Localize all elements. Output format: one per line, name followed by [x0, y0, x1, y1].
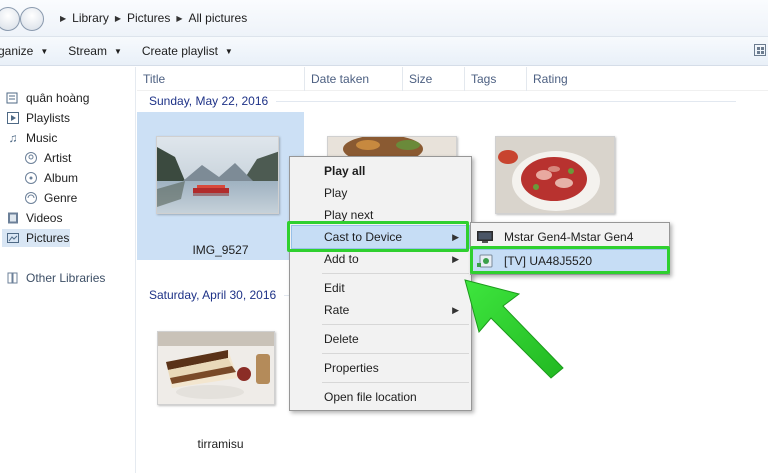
- menu-item-play-next[interactable]: Play next: [292, 204, 469, 226]
- photo-thumbnail: [495, 136, 615, 214]
- menu-item-play-all[interactable]: Play all: [292, 160, 469, 182]
- sidebar-item-pictures[interactable]: Pictures: [2, 229, 70, 247]
- caret-down-icon: ▼: [113, 46, 122, 56]
- sidebar-item-label: quân hoàng: [26, 91, 90, 105]
- sidebar-item-label: Genre: [44, 191, 78, 205]
- breadcrumb-all-pictures[interactable]: All pictures: [189, 11, 248, 25]
- group-date-label: Saturday, April 30, 2016: [149, 288, 277, 302]
- menu-item-rate[interactable]: Rate ▶: [292, 299, 469, 321]
- breadcrumb: ▶ Library ▶ Pictures ▶ All pictures: [60, 11, 247, 25]
- organize-label: rganize: [0, 44, 34, 58]
- playlist-icon: [6, 111, 20, 125]
- menu-item-label: Rate: [324, 303, 350, 317]
- user-library-icon: [6, 91, 20, 105]
- photo-thumbnail: [157, 331, 275, 405]
- sidebar-item-label: Album: [44, 171, 79, 185]
- photo-tile-img-9527[interactable]: IMG_9527: [137, 112, 304, 260]
- toolbar: rganize ▼ Stream ▼ Create playlist ▼: [0, 37, 768, 66]
- sidebar-item-videos[interactable]: Videos: [6, 209, 62, 227]
- cast-device-tv[interactable]: [TV] UA48J5520: [472, 249, 668, 273]
- stream-menu-button[interactable]: Stream ▼: [58, 37, 132, 66]
- sidebar-item-music[interactable]: ♫ Music: [6, 129, 58, 147]
- organize-menu-button[interactable]: rganize ▼: [0, 37, 58, 66]
- lake-image: [157, 137, 278, 213]
- sidebar-item-label: Other Libraries: [26, 271, 106, 285]
- menu-separator: [322, 382, 469, 383]
- group-date-label: Sunday, May 22, 2016: [149, 94, 269, 108]
- forward-button[interactable]: [20, 7, 44, 31]
- menu-item-properties[interactable]: Properties: [292, 357, 469, 379]
- monitor-icon: [476, 230, 494, 244]
- video-icon: [6, 211, 20, 225]
- sidebar-item-artist[interactable]: Artist: [24, 149, 71, 167]
- sidebar-item-album[interactable]: Album: [24, 169, 78, 187]
- back-button[interactable]: [0, 7, 20, 31]
- menu-item-play[interactable]: Play: [292, 182, 469, 204]
- create-playlist-button[interactable]: Create playlist ▼: [132, 37, 243, 66]
- sidebar-item-label: Playlists: [26, 111, 71, 125]
- caret-down-icon: ▼: [40, 46, 49, 56]
- submenu-arrow-icon: ▶: [452, 231, 459, 242]
- sidebar: quân hoàng Playlists ♫ Music Artist Albu…: [0, 67, 136, 473]
- submenu-arrow-icon: ▶: [452, 253, 459, 264]
- menu-separator: [322, 353, 469, 354]
- column-rating[interactable]: Rating: [527, 67, 623, 91]
- sidebar-item-label: Music: [26, 131, 58, 145]
- photo-thumbnail: [156, 136, 279, 214]
- column-date-taken[interactable]: Date taken: [305, 67, 403, 91]
- group-divider: [276, 100, 737, 102]
- media-device-icon: [476, 254, 494, 268]
- sidebar-item-playlists[interactable]: Playlists: [6, 109, 70, 127]
- column-size[interactable]: Size: [403, 67, 465, 91]
- menu-item-label: Add to: [324, 252, 359, 266]
- menu-separator: [322, 324, 469, 325]
- chevron-right-icon[interactable]: ▶: [176, 14, 182, 23]
- photo-caption: IMG_9527: [192, 243, 249, 257]
- photo-tile-tirramisu[interactable]: tirramisu: [137, 309, 304, 457]
- music-note-icon: ♫: [8, 131, 18, 145]
- menu-item-edit[interactable]: Edit: [292, 277, 469, 299]
- address-bar: ▶ Library ▶ Pictures ▶ All pictures: [0, 0, 768, 37]
- menu-item-cast-to-device[interactable]: Cast to Device ▶: [291, 225, 470, 249]
- album-icon: [24, 171, 38, 185]
- genre-icon: [24, 191, 38, 205]
- artist-icon: [24, 151, 38, 165]
- breadcrumb-pictures[interactable]: Pictures: [127, 11, 170, 25]
- caret-down-icon: ▼: [224, 46, 233, 56]
- tiramisu-image: [158, 332, 274, 404]
- context-menu: Play all Play Play next Cast to Device ▶…: [289, 156, 472, 411]
- menu-item-label: Cast to Device: [324, 230, 403, 244]
- view-options-icon[interactable]: [754, 44, 766, 56]
- create-playlist-label: Create playlist: [141, 44, 218, 58]
- column-header: Title Date taken Size Tags Rating: [137, 67, 768, 91]
- chevron-right-icon[interactable]: ▶: [115, 14, 121, 23]
- other-libraries-icon: [6, 271, 20, 285]
- device-label: Mstar Gen4-Mstar Gen4: [504, 230, 634, 244]
- chevron-right-icon: ▶: [60, 13, 67, 23]
- sidebar-item-other-libraries[interactable]: Other Libraries: [6, 269, 105, 287]
- sidebar-item-genre[interactable]: Genre: [24, 189, 77, 207]
- annotation-arrow-icon: [464, 279, 564, 379]
- menu-item-delete[interactable]: Delete: [292, 328, 469, 350]
- cast-device-mstar[interactable]: Mstar Gen4-Mstar Gen4: [473, 226, 667, 248]
- sidebar-item-label: Videos: [26, 211, 63, 225]
- sidebar-item-label: Artist: [44, 151, 72, 165]
- cast-device-submenu: Mstar Gen4-Mstar Gen4 [TV] UA48J5520: [470, 222, 670, 275]
- column-title[interactable]: Title: [137, 67, 305, 91]
- meat-plate-image: [496, 137, 614, 213]
- sidebar-item-label: Pictures: [26, 231, 70, 245]
- picture-icon: [6, 231, 20, 245]
- device-label: [TV] UA48J5520: [504, 254, 593, 268]
- menu-separator: [322, 273, 469, 274]
- sidebar-item-user[interactable]: quân hoàng: [6, 89, 89, 107]
- breadcrumb-library[interactable]: Library: [72, 11, 109, 25]
- photo-caption: tirramisu: [197, 437, 244, 451]
- column-tags[interactable]: Tags: [465, 67, 527, 91]
- menu-item-open-file-location[interactable]: Open file location: [292, 386, 469, 408]
- menu-item-add-to[interactable]: Add to ▶: [292, 248, 469, 270]
- group-header: Sunday, May 22, 2016: [149, 94, 759, 108]
- stream-label: Stream: [68, 44, 107, 58]
